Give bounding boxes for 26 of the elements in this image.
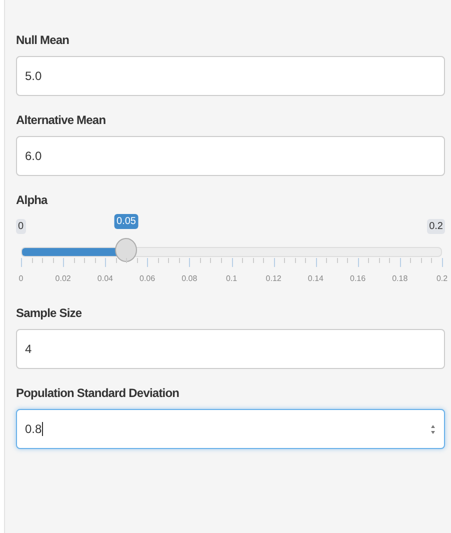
input-field[interactable]: 4 bbox=[16, 329, 445, 369]
field-label: Sample Size bbox=[16, 306, 83, 320]
tick-label: 0.08 bbox=[182, 274, 198, 283]
tick-label: 0.1 bbox=[226, 274, 238, 283]
tick-label: 0.12 bbox=[266, 274, 282, 283]
tick-label: 0.18 bbox=[392, 274, 408, 283]
max-label: 0.2 bbox=[427, 219, 445, 234]
field-label: Null Mean bbox=[16, 33, 70, 47]
slider-track[interactable] bbox=[21, 247, 442, 257]
tick-label: 0.02 bbox=[55, 274, 71, 283]
tick-label: 0.06 bbox=[140, 274, 156, 283]
input-field[interactable]: 6.0 bbox=[16, 136, 445, 176]
tick-label: 0.16 bbox=[350, 274, 366, 283]
field-label: Alpha bbox=[16, 193, 49, 207]
tick-label: 0.14 bbox=[308, 274, 324, 283]
slider-handle[interactable] bbox=[115, 238, 138, 262]
field-label: Population Standard Deviation bbox=[16, 386, 180, 400]
tick-label: 0 bbox=[18, 274, 24, 283]
spinner-icon[interactable] bbox=[430, 424, 436, 435]
input-field[interactable]: 0.8 bbox=[16, 409, 445, 449]
field-label: Alternative Mean bbox=[16, 113, 107, 127]
tick-label: 0.04 bbox=[97, 274, 113, 283]
min-label: 0 bbox=[16, 219, 26, 234]
tick-label: 0.2 bbox=[436, 274, 448, 283]
input-field[interactable]: 5.0 bbox=[16, 56, 445, 96]
value-label: 0.05 bbox=[114, 214, 138, 229]
